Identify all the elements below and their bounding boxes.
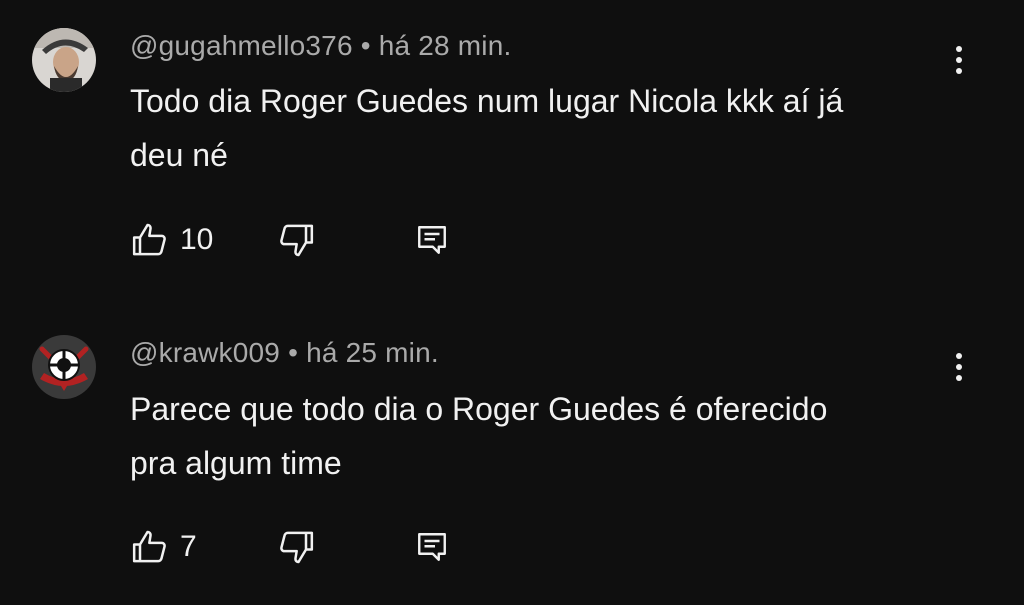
- more-vert-icon: [956, 353, 962, 359]
- meta-separator: •: [288, 337, 299, 368]
- reply-comment-icon: [418, 533, 446, 561]
- dislike-button[interactable]: [276, 218, 316, 262]
- avatar[interactable]: [32, 335, 96, 399]
- comment-text: Parece que todo dia o Roger Guedes é ofe…: [130, 382, 950, 490]
- like-count: 10: [180, 223, 214, 256]
- comment-text-line: Parece que todo dia o Roger Guedes é ofe…: [130, 391, 828, 427]
- thumb-down-icon: [280, 531, 314, 564]
- comment-text-line: pra algum time: [130, 445, 342, 481]
- author-name[interactable]: @krawk009: [130, 337, 280, 368]
- comment-time: há 25 min.: [306, 337, 439, 368]
- like-button[interactable]: 10: [130, 218, 213, 262]
- thumb-up-icon: [132, 530, 166, 563]
- comment-text-line: deu né: [130, 137, 228, 173]
- more-vert-icon: [956, 46, 962, 52]
- comment-time: há 28 min.: [378, 30, 512, 61]
- comment-item: @gugahmello376 • há 28 min. Todo dia Roger…: [0, 0, 1024, 300]
- meta-separator: •: [360, 30, 371, 61]
- reply-button[interactable]: [414, 218, 450, 262]
- thumb-down-icon: [280, 224, 314, 257]
- avatar[interactable]: [32, 28, 96, 92]
- comment-meta: @gugahmello376 • há 28 min.: [130, 30, 511, 62]
- like-button[interactable]: 7: [130, 525, 197, 569]
- comment-text: Todo dia Roger Guedes num lugar Nicola k…: [130, 74, 950, 182]
- reply-comment-icon: [418, 226, 446, 254]
- corinthians-crest-avatar-image: [32, 335, 96, 399]
- author-name[interactable]: @gugahmello376: [130, 30, 353, 61]
- thumb-up-icon: [132, 223, 166, 256]
- like-count: 7: [180, 530, 197, 563]
- dislike-button[interactable]: [276, 525, 316, 569]
- person-photo-avatar-image: [32, 28, 96, 92]
- comment-text-line: Todo dia Roger Guedes num lugar Nicola k…: [130, 83, 844, 119]
- comment-meta: @krawk009 • há 25 min.: [130, 337, 439, 369]
- comment-item: @krawk009 • há 25 min. Parece que todo dia…: [0, 305, 1024, 605]
- reply-button[interactable]: [414, 525, 450, 569]
